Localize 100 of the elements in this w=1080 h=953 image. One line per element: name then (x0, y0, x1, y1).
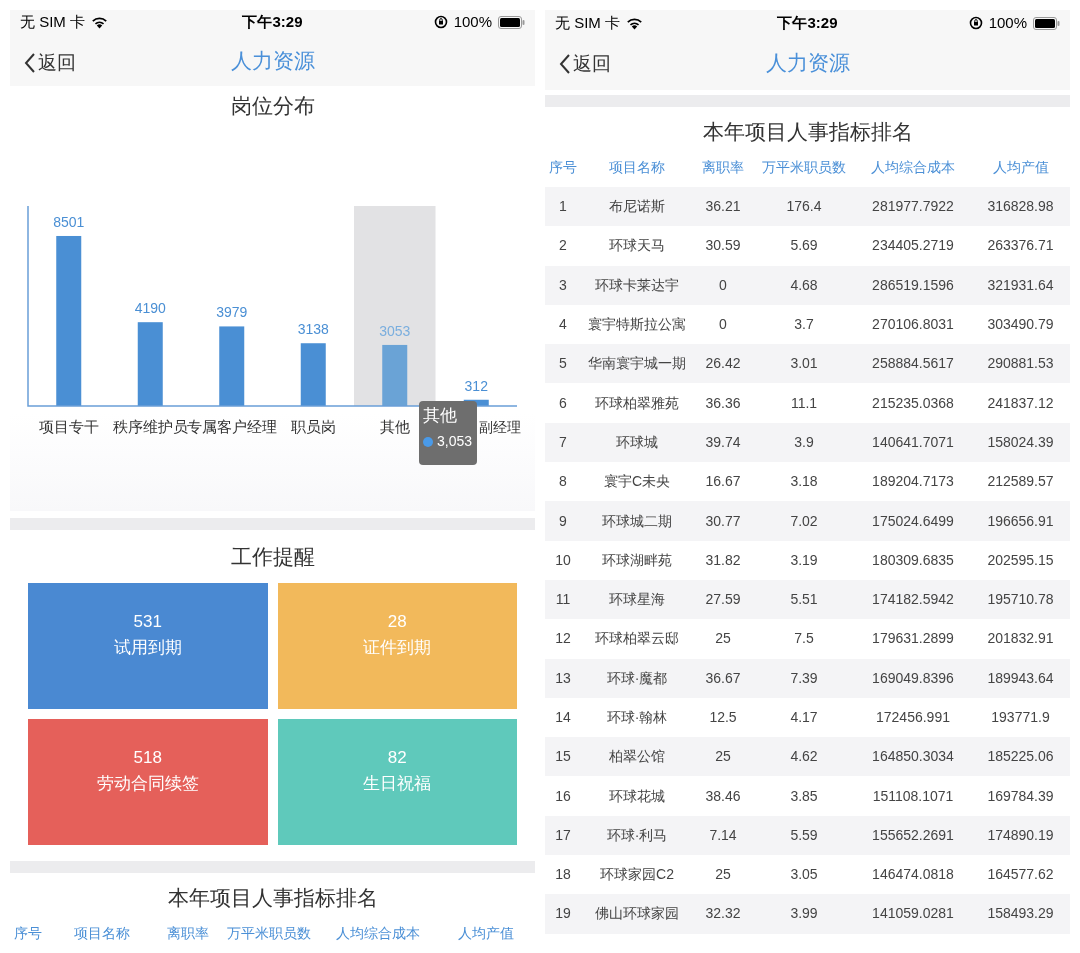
bar-value: 3053 (379, 322, 411, 339)
chart-title: 岗位分布 (230, 92, 315, 119)
table-cell-text: 281977.7922 (871, 197, 955, 217)
table-cell-text: 4.68 (789, 275, 819, 295)
table-cell-text: 172456.991 (875, 708, 951, 727)
table-cell-text: 185225.06 (986, 747, 1055, 767)
wifi-icon (626, 16, 643, 30)
bar-value: 8501 (53, 214, 85, 230)
table-cell-text: 25 (714, 865, 732, 885)
chevron-left-icon (24, 51, 36, 74)
section-title: 工作提醒 (230, 543, 315, 570)
table-cell-text: 环球家园C2 (599, 865, 675, 885)
table-cell-text: 15 (554, 747, 572, 767)
table-cell-text: 316828.98 (986, 197, 1055, 217)
category-label: 职员岗 (290, 418, 336, 435)
bar-value: 4190 (134, 300, 166, 317)
table-cell-text: 241837.12 (986, 393, 1055, 413)
table-cell-text: 5.69 (789, 236, 819, 256)
table-cell-text: 202595.15 (986, 550, 1055, 570)
table-cell-text: 环球城二期 (601, 511, 673, 531)
reminder-tile[interactable]: 82 生日祝福 (277, 719, 517, 845)
column-header: 离职率 (166, 923, 210, 943)
table-cell-text: 215235.0368 (871, 393, 955, 413)
table-cell-text: 286519.1596 (871, 275, 955, 295)
rotation-lock-icon (968, 16, 983, 30)
section-title: 本年项目人事指标排名 (702, 118, 913, 145)
table-cell-text: 18 (554, 865, 572, 885)
column-header: 项目名称 (608, 157, 666, 177)
carrier-label: 无 SIM 卡 (555, 12, 620, 33)
table-cell-text: 3.7 (793, 315, 815, 335)
reminder-tile[interactable]: 531 试用到期 (28, 583, 268, 709)
table-cell-text: 环球星海 (608, 590, 666, 610)
table-cell-text: 佛山环球家园 (594, 904, 680, 924)
bar-value: 3979 (216, 304, 248, 321)
column-header: 万平米职员数 (226, 923, 312, 943)
battery-icon (1033, 16, 1060, 30)
table-cell-text: 193771.9 (990, 708, 1051, 727)
table-cell-text: 14 (554, 708, 572, 727)
category-label: 项目专干 (38, 418, 99, 435)
table-cell-text: 7.02 (789, 511, 819, 531)
table-cell-text: 3.18 (789, 472, 819, 492)
column-header: 人均产值 (456, 923, 515, 943)
column-header: 序号 (13, 923, 43, 943)
table-cell-text: 环球·魔都 (605, 668, 669, 688)
battery-icon (498, 15, 525, 29)
table-cell-text: 36.36 (704, 393, 742, 413)
table-cell-text: 16 (554, 786, 572, 806)
back-button[interactable]: 返回 (24, 48, 76, 78)
table-cell-text: 201832.91 (986, 629, 1055, 649)
back-button[interactable]: 返回 (559, 50, 611, 79)
table-cell-text: 158493.29 (986, 904, 1055, 924)
table-cell-text: 7 (558, 432, 568, 452)
bar[interactable] (56, 236, 82, 406)
table-cell-text: 4 (558, 315, 568, 335)
bar[interactable] (137, 322, 163, 406)
table-cell-text: 19 (554, 904, 572, 924)
table-cell-text: 环球·翰林 (605, 708, 669, 727)
table-cell-text: 11.1 (789, 393, 819, 413)
table-cell-text: 3.05 (789, 865, 819, 885)
table-cell-text: 36.67 (704, 668, 742, 688)
section-title: 本年项目人事指标排名 (167, 884, 378, 911)
reminder-tile[interactable]: 518 劳动合同续签 (28, 719, 268, 845)
table-cell-text: 146474.0818 (871, 865, 955, 885)
table-cell-text: 3.01 (789, 354, 819, 374)
table-cell-text: 174182.5942 (871, 590, 955, 610)
table-cell-text: 180309.6835 (871, 550, 955, 570)
table-cell-text: 234405.2719 (871, 236, 955, 256)
bar[interactable] (382, 344, 408, 406)
table-cell-text: 195710.78 (986, 590, 1055, 610)
table-cell-text: 303490.79 (986, 315, 1055, 335)
page-title: 人力资源 (230, 47, 315, 74)
table-cell-text: 3.85 (789, 786, 819, 806)
carrier-label: 无 SIM 卡 (20, 12, 85, 33)
table-cell-text: 155652.2691 (871, 825, 955, 845)
table-cell-text: 寰宇特斯拉公寓 (587, 315, 687, 335)
column-header: 人均综合成本 (870, 157, 956, 177)
table-cell-text: 环球卡莱达宇 (594, 275, 680, 295)
table-cell-text: 164577.62 (986, 865, 1055, 885)
table-cell-text: 3.19 (789, 550, 819, 570)
bar[interactable] (300, 343, 326, 406)
table-cell-text: 32.32 (704, 904, 742, 924)
table-cell-text: 179631.2899 (871, 629, 955, 649)
tooltip-title: 其他 (423, 405, 458, 427)
category-label: 秩序维护员 (112, 418, 188, 435)
table-cell-text: 263376.71 (986, 236, 1055, 256)
table-cell-text: 38.46 (704, 786, 742, 806)
table-cell-text: 布尼诺斯 (608, 197, 666, 217)
category-label: 副经理 (479, 419, 521, 435)
table-cell-text: 环球天马 (608, 236, 666, 256)
table-cell-text: 5.59 (789, 825, 819, 845)
table-cell-text: 寰宇C未央 (602, 472, 672, 492)
table-cell-text: 169049.8396 (871, 668, 955, 688)
table-cell-text: 16.67 (704, 472, 742, 492)
bar[interactable] (219, 326, 245, 406)
table-cell-text: 7.5 (793, 629, 815, 649)
table-cell-text: 30.59 (704, 236, 742, 256)
column-header: 人均综合成本 (335, 923, 421, 943)
category-label: 其他 (379, 418, 410, 435)
bar-value: 312 (464, 377, 488, 394)
table-cell-text: 13 (554, 668, 572, 688)
